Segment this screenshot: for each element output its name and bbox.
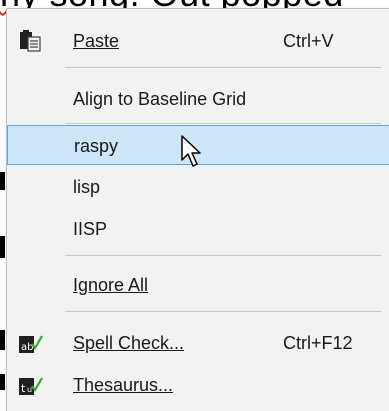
screen: ny song. Out popped Paste Ctrl+V — [0, 0, 389, 411]
menu-item-label: Paste — [73, 31, 120, 51]
menu-item-shortcut: Ctrl+V — [283, 31, 334, 51]
document-text-edge — [0, 172, 5, 190]
document-text-edge — [0, 374, 5, 390]
menu-item-thesaurus[interactable]: t u Thesaurus... — [7, 365, 389, 405]
menu-item-label: Ignore All — [73, 275, 149, 295]
context-menu: Paste Ctrl+V Align to Baseline Grid rasp… — [6, 8, 389, 411]
menu-item-label: Thesaurus... — [73, 375, 174, 395]
svg-text:t: t — [21, 382, 26, 395]
menu-item-label: Spell Check... — [73, 333, 185, 353]
menu-item-spell-check[interactable]: ab Spell Check... Ctrl+F12 — [7, 323, 389, 363]
menu-item-label: lisp — [73, 177, 101, 197]
menu-separator — [65, 255, 381, 256]
menu-item-label: Align to Baseline Grid — [73, 89, 247, 109]
menu-separator — [65, 311, 381, 312]
svg-text:u: u — [27, 385, 32, 394]
menu-item-label: IISP — [73, 219, 108, 239]
document-text-edge — [0, 330, 5, 350]
menu-item-label: raspy — [74, 136, 119, 156]
mouse-pointer-icon — [181, 135, 201, 167]
clipboard-paste-icon — [19, 30, 41, 52]
menu-item-paste[interactable]: Paste Ctrl+V — [7, 21, 389, 61]
menu-item-ignore-all[interactable]: Ignore All — [7, 265, 389, 305]
menu-item-suggestion-iisp[interactable]: IISP — [7, 209, 389, 249]
menu-separator — [65, 123, 381, 124]
menu-item-suggestion-lisp[interactable]: lisp — [7, 167, 389, 207]
thesaurus-icon: t u — [19, 374, 43, 396]
menu-separator — [65, 67, 381, 68]
document-text-edge — [0, 236, 5, 258]
spell-check-icon: ab — [19, 332, 43, 354]
svg-text:ab: ab — [21, 342, 33, 353]
menu-item-align-baseline-grid[interactable]: Align to Baseline Grid — [7, 79, 389, 119]
menu-item-shortcut: Ctrl+F12 — [283, 333, 353, 353]
